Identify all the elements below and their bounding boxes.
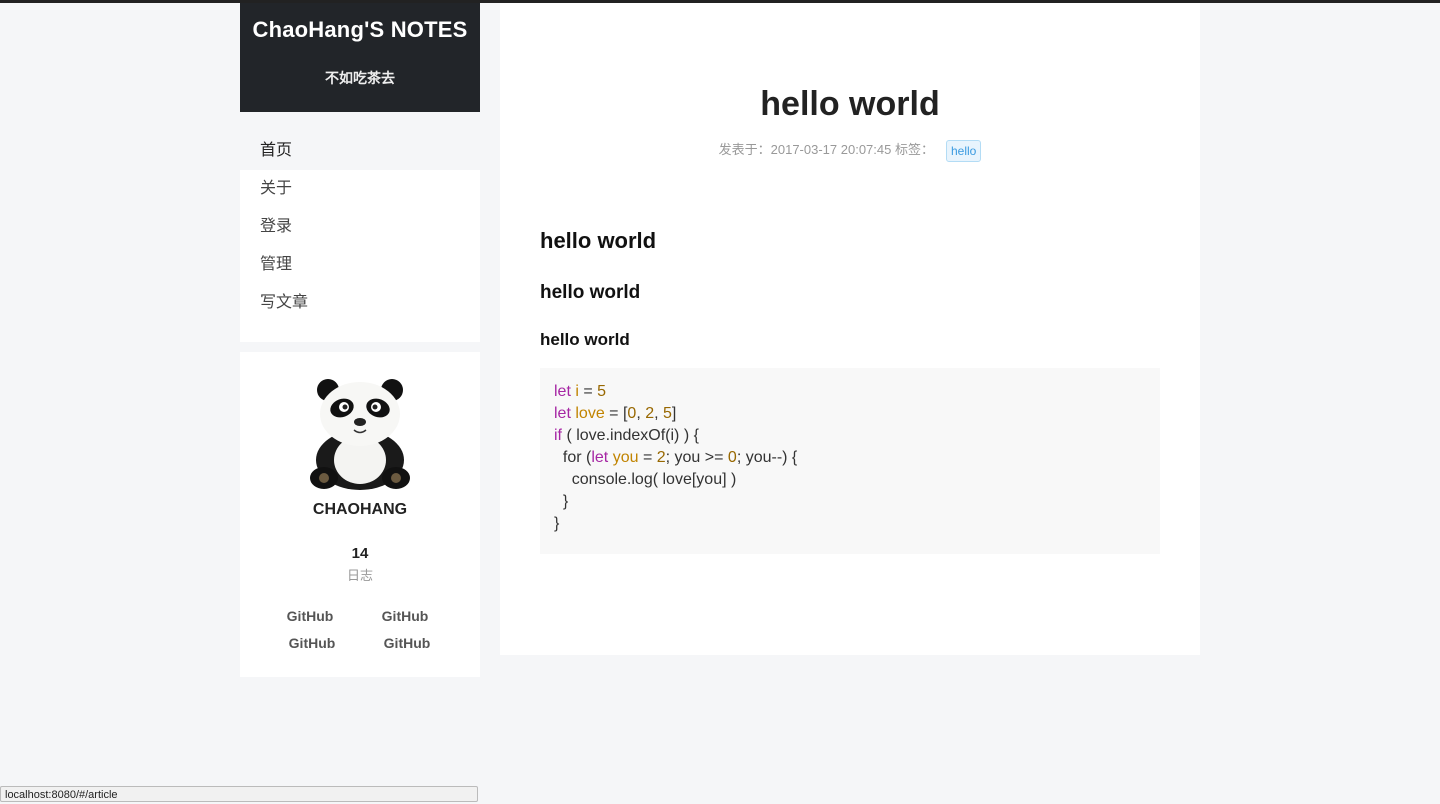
code-line: if ( love.indexOf(i) ) {	[554, 427, 699, 444]
tags-label: 标签：	[894, 142, 934, 157]
site-subtitle: 不如吃茶去	[325, 70, 395, 86]
author-name: CHAOHANG	[312, 501, 408, 518]
code-line: for (let you = 2; you >= 0; you--) {	[554, 449, 798, 466]
panda-avatar-icon	[310, 379, 410, 490]
code-line: console.log( love[you] )	[554, 471, 737, 488]
nav-item-about[interactable]: 关于	[240, 170, 480, 208]
publish-date: 2017-03-17 20:07:45	[770, 142, 892, 157]
code-line: }	[554, 493, 569, 510]
nav-item-admin[interactable]: 管理	[240, 246, 480, 284]
post-count[interactable]: 14	[240, 545, 480, 562]
site-title[interactable]: ChaoHang'S NOTES	[240, 17, 480, 43]
nav-item-login[interactable]: 登录	[240, 208, 480, 246]
tag-badge[interactable]: hello	[946, 139, 982, 162]
code-line: let love = [0, 2, 5]	[554, 405, 677, 422]
code-line: let i = 5	[554, 383, 607, 400]
content-heading-2: hello world	[540, 282, 641, 303]
article-title: hello world	[760, 85, 940, 123]
article-panel: hello world 发表于：2017-03-17 20:07:45 标签： h…	[500, 3, 1200, 655]
nav-item-write[interactable]: 写文章	[240, 284, 480, 322]
code-line: }	[554, 515, 560, 532]
github-link-4[interactable]: GitHub	[367, 635, 447, 651]
content-heading-3: hello world	[540, 330, 630, 349]
github-link-3[interactable]: GitHub	[272, 635, 352, 651]
profile-card: CHAOHANG 14 日志 GitHub GitHub GitHub GitH…	[240, 352, 480, 677]
status-bar-url: localhost:8080/#/article	[0, 786, 478, 802]
github-link-2[interactable]: GitHub	[365, 608, 445, 624]
github-link-1[interactable]: GitHub	[270, 608, 350, 624]
nav-item-home[interactable]: 首页	[240, 132, 480, 170]
code-block: let i = 5 let love = [0, 2, 5] if ( love.i…	[540, 368, 1160, 554]
post-count-label: 日志	[346, 568, 373, 583]
article-meta: 发表于：2017-03-17 20:07:45 标签： hello	[500, 139, 1200, 162]
content-heading-1: hello world	[540, 228, 657, 253]
meta-prefix: 发表于：	[718, 142, 771, 157]
site-header: ChaoHang'S NOTES 不如吃茶去	[240, 3, 480, 112]
sidebar-nav: 首页 关于 登录 管理 写文章	[240, 132, 480, 342]
